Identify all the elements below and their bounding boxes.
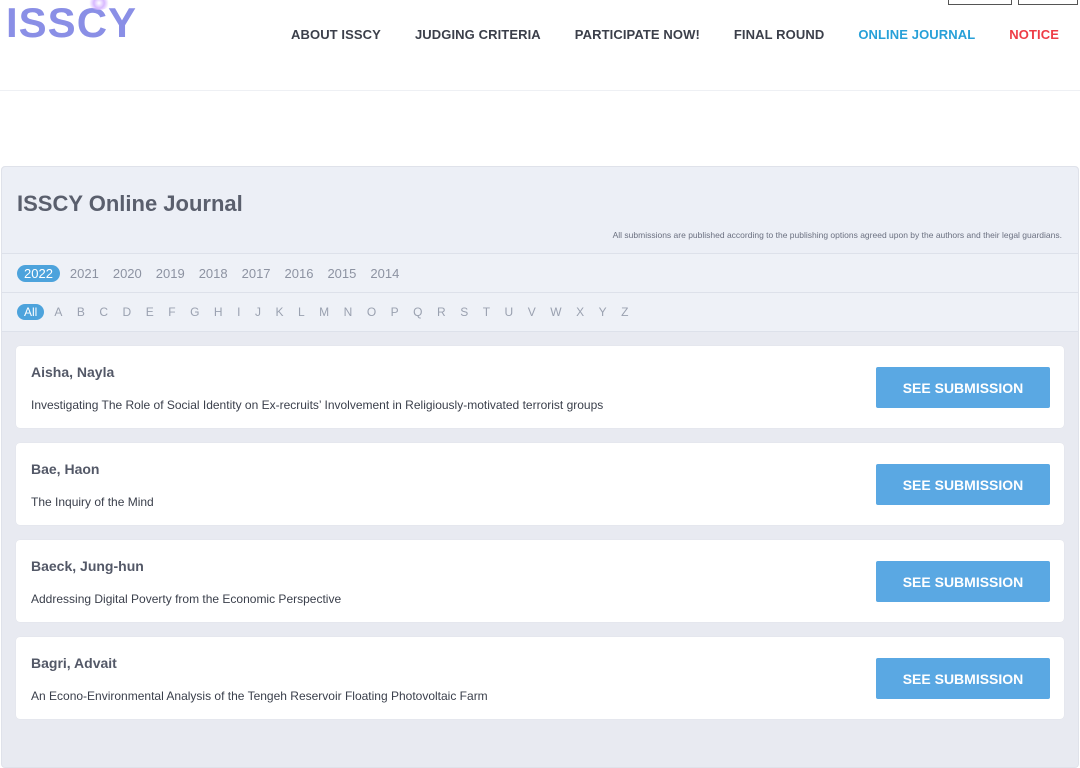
see-submission-button[interactable]: SEE SUBMISSION [876,464,1050,505]
letter-tab-l[interactable]: L [298,305,305,319]
author-name: Bagri, Advait [31,655,117,671]
author-name: Baeck, Jung-hun [31,558,144,574]
letter-tab-y[interactable]: Y [599,305,607,319]
submission-list: Aisha, Nayla Investigating The Role of S… [2,332,1078,719]
letter-tab-e[interactable]: E [146,305,154,319]
year-filter: 2022 2021 2020 2019 2018 2017 2016 2015 … [2,254,1078,293]
nav-notice[interactable]: NOTICE [1009,27,1059,42]
page-title: ISSCY Online Journal [17,191,243,216]
logo-text: ISSCY [6,0,138,46]
author-name: Aisha, Nayla [31,364,115,380]
submission-card: Baeck, Jung-hun Addressing Digital Pover… [16,540,1064,622]
year-tab-2016[interactable]: 2016 [285,266,314,281]
letter-tab-r[interactable]: R [437,305,446,319]
letter-tab-q[interactable]: Q [413,305,422,319]
letter-tab-d[interactable]: D [123,305,132,319]
year-tab-2020[interactable]: 2020 [113,266,142,281]
submission-title: Addressing Digital Poverty from the Econ… [31,592,342,606]
submission-card: Bagri, Advait An Econo-Environmental Ana… [16,637,1064,719]
year-tab-2019[interactable]: 2019 [156,266,185,281]
see-submission-button[interactable]: SEE SUBMISSION [876,561,1050,602]
letter-tab-k[interactable]: K [275,305,283,319]
letter-tab-x[interactable]: X [576,305,584,319]
year-tab-2018[interactable]: 2018 [199,266,228,281]
letter-tab-u[interactable]: U [505,305,514,319]
letter-filter: All A B C D E F G H I J K L M N O P Q R … [2,293,1078,332]
year-tab-2022[interactable]: 2022 [17,264,60,282]
year-tab-2015[interactable]: 2015 [327,266,356,281]
see-submission-button[interactable]: SEE SUBMISSION [876,367,1050,408]
letter-tab-t[interactable]: T [483,305,490,319]
author-name: Bae, Haon [31,461,100,477]
letter-tab-o[interactable]: O [367,305,376,319]
letter-tab-z[interactable]: Z [621,305,628,319]
year-tab-2017[interactable]: 2017 [242,266,271,281]
letter-tab-s[interactable]: S [460,305,468,319]
letter-tab-i[interactable]: I [237,305,240,319]
submission-title: The Inquiry of the Mind [31,495,154,509]
year-tab-2021[interactable]: 2021 [70,266,99,281]
journal-header: ISSCY Online Journal All submissions are… [2,167,1078,254]
letter-tab-v[interactable]: V [528,305,536,319]
nav-participate[interactable]: PARTICIPATE NOW! [575,27,700,42]
main-nav: ABOUT ISSCY JUDGING CRITERIA PARTICIPATE… [257,27,1080,42]
letter-tab-m[interactable]: M [319,305,329,319]
letter-tab-b[interactable]: B [77,305,85,319]
submission-title: Investigating The Role of Social Identit… [31,398,604,412]
letter-tab-g[interactable]: G [190,305,199,319]
see-submission-button[interactable]: SEE SUBMISSION [876,658,1050,699]
site-header: ISSCY ABOUT ISSCY JUDGING CRITERIA PARTI… [0,0,1080,91]
nav-about[interactable]: ABOUT ISSCY [291,27,381,42]
letter-tab-j[interactable]: J [255,305,261,319]
site-logo[interactable]: ISSCY [6,0,138,46]
publishing-note: All submissions are published according … [612,230,1062,240]
submission-card: Bae, Haon The Inquiry of the Mind SEE SU… [16,443,1064,525]
letter-tab-n[interactable]: N [344,305,353,319]
letter-tab-all[interactable]: All [17,304,45,320]
letter-tab-c[interactable]: C [99,305,108,319]
letter-tab-w[interactable]: W [550,305,561,319]
year-tab-2014[interactable]: 2014 [370,266,399,281]
letter-tab-a[interactable]: A [54,305,62,319]
letter-tab-h[interactable]: H [214,305,223,319]
journal-panel: ISSCY Online Journal All submissions are… [1,166,1079,768]
letter-tab-f[interactable]: F [168,305,175,319]
nav-final-round[interactable]: FINAL ROUND [734,27,824,42]
top-button-edge[interactable] [948,0,1012,5]
nav-online-journal[interactable]: ONLINE JOURNAL [858,27,975,42]
submission-title: An Econo-Environmental Analysis of the T… [31,689,488,703]
nav-judging-criteria[interactable]: JUDGING CRITERIA [415,27,541,42]
top-button-edge[interactable] [1018,0,1078,5]
letter-tab-p[interactable]: P [391,305,399,319]
submission-card: Aisha, Nayla Investigating The Role of S… [16,346,1064,428]
